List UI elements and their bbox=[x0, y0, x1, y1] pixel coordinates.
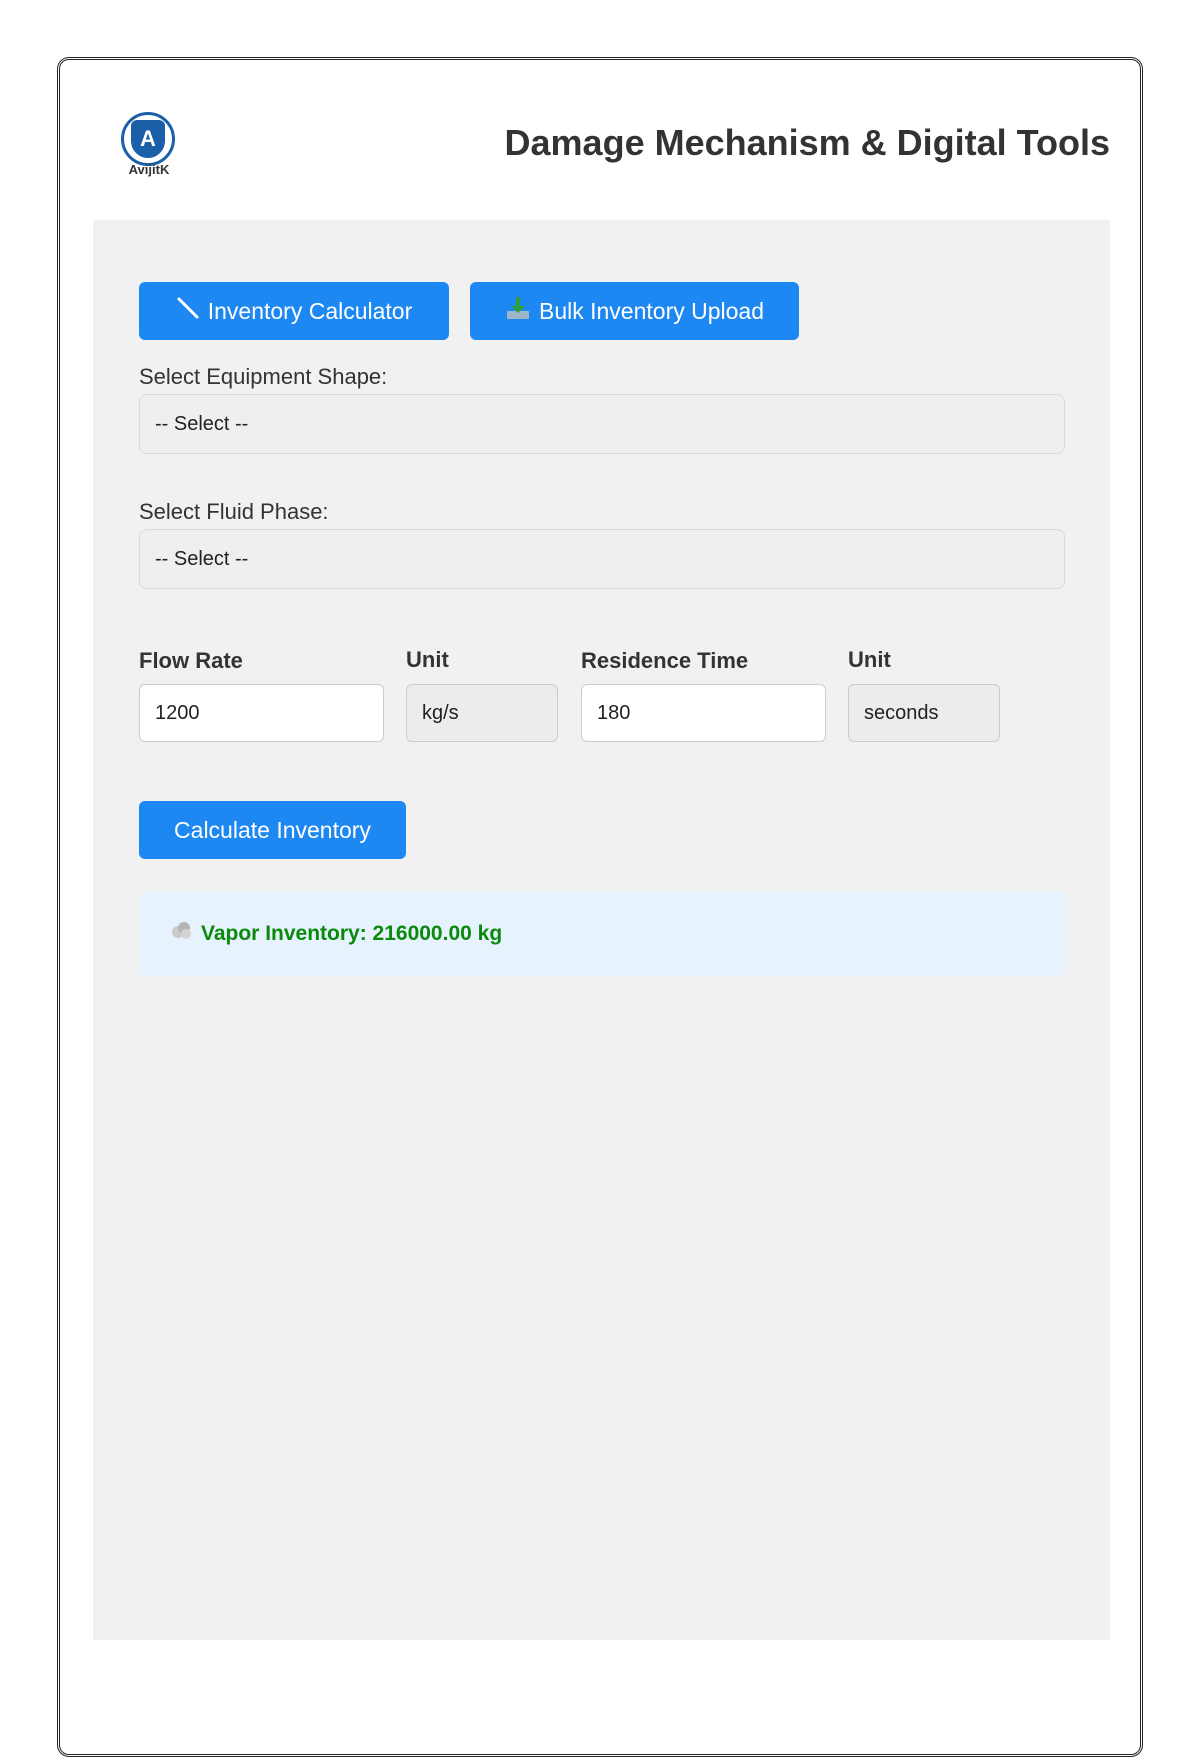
flow-rate-label: Flow Rate bbox=[139, 648, 243, 673]
download-tray-icon bbox=[505, 295, 531, 327]
residence-time-input[interactable]: 180 bbox=[581, 684, 826, 742]
equipment-shape-select[interactable]: -- Select -- bbox=[139, 394, 1065, 454]
logo: A AvijitK bbox=[115, 112, 183, 178]
bulk-inventory-upload-label: Bulk Inventory Upload bbox=[538, 297, 764, 324]
calculate-inventory-label: Calculate Inventory bbox=[174, 816, 371, 843]
inventory-calculator-label: Inventory Calculator bbox=[207, 297, 413, 324]
header: A AvijitK Damage Mechanism & Digital Too… bbox=[60, 60, 1140, 220]
result-box: Vapor Inventory: 216000.00 kg bbox=[139, 892, 1065, 976]
calculator-panel: Inventory Calculator Bulk Inventory Uplo… bbox=[93, 220, 1110, 1640]
logo-text: AvijitK bbox=[128, 162, 170, 177]
result-text: Vapor Inventory: 216000.00 kg bbox=[201, 922, 503, 945]
flow-rate-input[interactable]: 1200 bbox=[139, 684, 384, 742]
logo-badge-icon: A bbox=[121, 112, 175, 166]
fluid-phase-select[interactable]: -- Select -- bbox=[139, 529, 1065, 589]
residence-time-label: Residence Time bbox=[581, 648, 749, 673]
residence-unit-label: Unit bbox=[848, 647, 891, 672]
residence-unit-field: seconds bbox=[848, 684, 1000, 742]
fluid-phase-label: Select Fluid Phase: bbox=[139, 499, 329, 524]
logo-shield: A bbox=[131, 120, 165, 158]
app-frame: A AvijitK Damage Mechanism & Digital Too… bbox=[57, 57, 1143, 1757]
calculate-inventory-button[interactable]: Calculate Inventory bbox=[139, 801, 406, 859]
page-title: Damage Mechanism & Digital Tools bbox=[504, 122, 1110, 163]
bulk-inventory-upload-button[interactable]: Bulk Inventory Upload bbox=[470, 282, 799, 340]
flow-unit-field: kg/s bbox=[406, 684, 558, 742]
vapor-cloud-icon bbox=[169, 918, 195, 950]
equipment-shape-label: Select Equipment Shape: bbox=[139, 364, 388, 389]
ruler-icon bbox=[176, 296, 200, 326]
flow-unit-label: Unit bbox=[406, 647, 449, 672]
inventory-calculator-button[interactable]: Inventory Calculator bbox=[139, 282, 449, 340]
